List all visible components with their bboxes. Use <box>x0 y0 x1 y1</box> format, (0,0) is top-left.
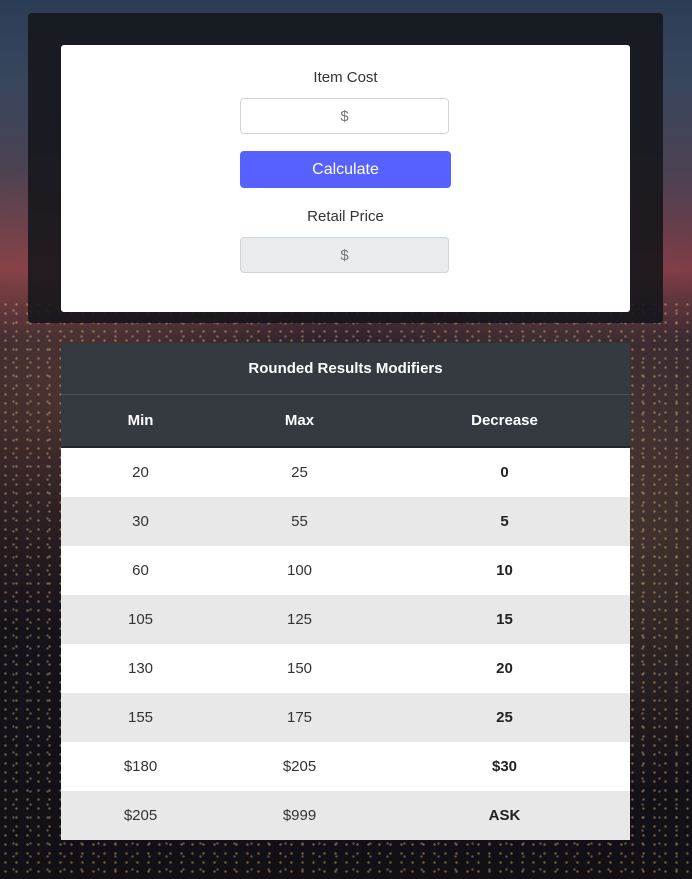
decrease-cell: 0 <box>379 447 630 497</box>
decrease-cell: ASK <box>379 791 630 840</box>
max-cell: 100 <box>220 546 379 595</box>
min-cell: $180 <box>61 742 220 791</box>
min-cell: $205 <box>61 791 220 840</box>
decrease-cell: 15 <box>379 595 630 644</box>
max-cell: $999 <box>220 791 379 840</box>
max-cell: 150 <box>220 644 379 693</box>
max-cell: 55 <box>220 497 379 546</box>
table-row: 105 125 15 <box>61 595 630 644</box>
calculator-form: Item Cost Calculate Retail Price <box>61 45 630 312</box>
decrease-cell: 20 <box>379 644 630 693</box>
max-cell: 25 <box>220 447 379 497</box>
column-header-min: Min <box>61 394 220 448</box>
column-header-max: Max <box>220 394 379 448</box>
min-cell: 155 <box>61 693 220 742</box>
decrease-cell: $30 <box>379 742 630 791</box>
min-cell: 60 <box>61 546 220 595</box>
table-row: 20 25 0 <box>61 447 630 497</box>
column-header-decrease: Decrease <box>379 394 630 448</box>
modifiers-table: Rounded Results Modifiers Min Max Decrea… <box>61 343 630 840</box>
max-cell: 175 <box>220 693 379 742</box>
table-row: 155 175 25 <box>61 693 630 742</box>
table-title: Rounded Results Modifiers <box>61 343 630 395</box>
decrease-cell: 25 <box>379 693 630 742</box>
min-cell: 30 <box>61 497 220 546</box>
item-cost-input[interactable] <box>240 98 449 134</box>
item-cost-label: Item Cost <box>313 69 378 86</box>
retail-price-output[interactable] <box>240 237 449 273</box>
table-row: 60 100 10 <box>61 546 630 595</box>
max-cell: $205 <box>220 742 379 791</box>
min-cell: 130 <box>61 644 220 693</box>
retail-price-label: Retail Price <box>307 208 384 225</box>
max-cell: 125 <box>220 595 379 644</box>
min-cell: 20 <box>61 447 220 497</box>
min-cell: 105 <box>61 595 220 644</box>
table-row: $180 $205 $30 <box>61 742 630 791</box>
decrease-cell: 5 <box>379 497 630 546</box>
table-row: 130 150 20 <box>61 644 630 693</box>
calculate-button[interactable]: Calculate <box>240 151 451 188</box>
table-row: 30 55 5 <box>61 497 630 546</box>
decrease-cell: 10 <box>379 546 630 595</box>
table-row: $205 $999 ASK <box>61 791 630 840</box>
